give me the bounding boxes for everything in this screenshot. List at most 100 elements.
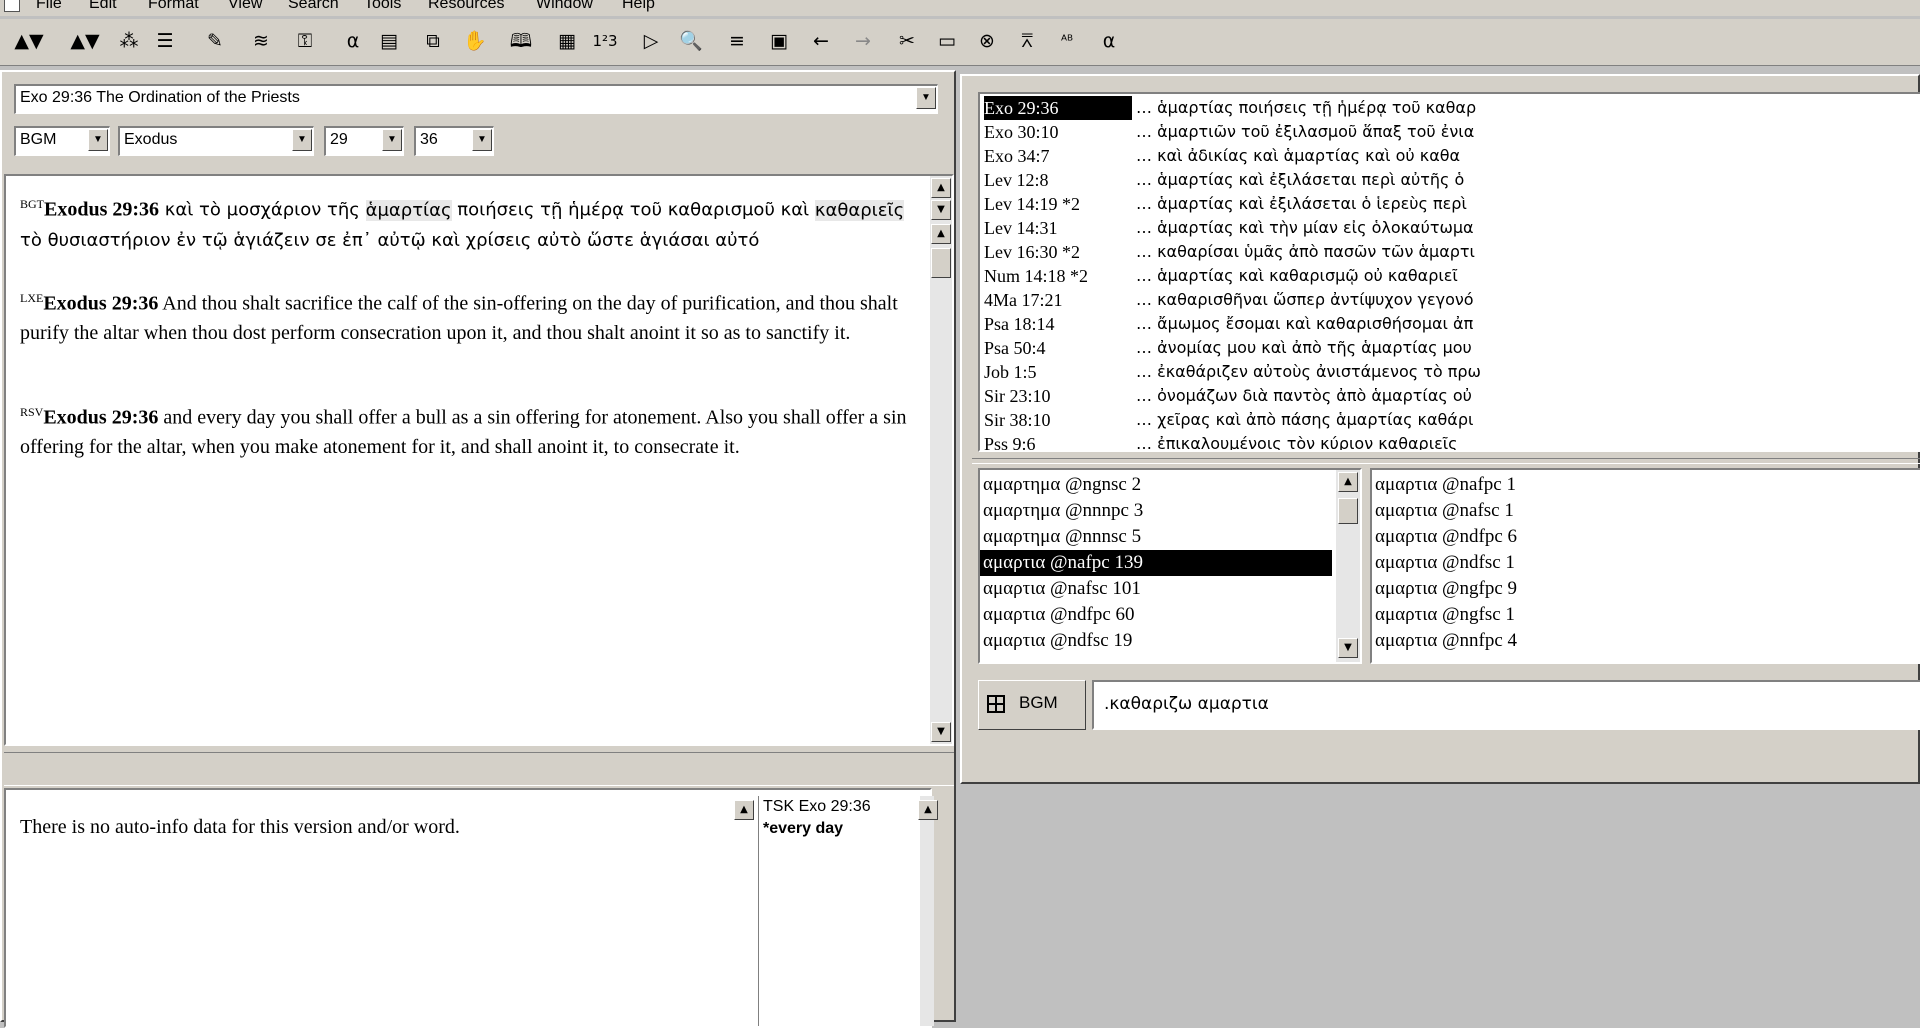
scroll-up-icon[interactable]: ▲ [931, 224, 951, 244]
selected-form-item[interactable]: αμαρτια @nafsc 1 [1372, 498, 1920, 524]
folder-icon[interactable]: ▷ [636, 27, 666, 55]
chapter-select[interactable]: 29 ▼ [324, 126, 404, 156]
search-hit[interactable]: ἁμαρτίας [365, 199, 452, 221]
menu-format[interactable]: Format [148, 0, 199, 13]
selected-form-item[interactable]: αμαρτια @nnfpc 4 [1372, 628, 1920, 654]
parallel-icon[interactable]: ≋ [246, 27, 276, 55]
word-form-item[interactable]: αμαρτια @nafpc 139 [980, 550, 1332, 576]
word-form-item[interactable]: αμαρτια @ndfsc 19 [980, 628, 1332, 654]
tsk-scrollbar[interactable] [920, 796, 934, 1026]
search-version-button[interactable]: BGM [978, 680, 1086, 730]
result-row[interactable]: Sir 23:10 … ὀνομάζων διὰ παντὸς ἀπὸ ἁμαρτ… [980, 384, 1920, 408]
result-row[interactable]: 4Ma 17:21 … καθαρισθῆναι ὥσπερ ἀντίψυχον … [980, 288, 1920, 312]
verse-text-area[interactable]: BGTExodus 29:36 καὶ τὸ μοσχάριον τῆς ἁμα… [4, 174, 954, 746]
menu-window[interactable]: Window [536, 0, 593, 13]
columns-icon[interactable]: ≡ [722, 27, 752, 55]
alpha-compare-icon[interactable]: α [1094, 27, 1124, 55]
greek-tool-icon[interactable]: ⩞ [1012, 27, 1042, 55]
frame-icon[interactable]: ▭ [932, 27, 962, 55]
status-strip [4, 752, 954, 786]
menu-edit[interactable]: Edit [89, 0, 117, 13]
scroll-down-icon[interactable]: ▼ [931, 200, 951, 220]
numbering-icon[interactable]: 1²3 [590, 27, 620, 55]
scissors-icon[interactable]: ✂ [892, 27, 922, 55]
scroll-down-icon[interactable]: ▼ [1338, 638, 1358, 658]
result-row[interactable]: Job 1:5 … ἐκαθάριζεν αὐτοὺς ἀνιστάμενος τ… [980, 360, 1920, 384]
app-icon[interactable] [4, 0, 20, 12]
menu-help[interactable]: Help [622, 0, 655, 13]
chevron-down-icon[interactable]: ▼ [472, 129, 492, 151]
result-row[interactable]: Num 14:18 *2 … ἁμαρτίας καὶ καθαρισμῷ οὐ … [980, 264, 1920, 288]
search-query-input[interactable]: .καθαριζω αμαρτια [1092, 680, 1920, 730]
word-form-item[interactable]: αμαρτια @ndfpc 60 [980, 602, 1332, 628]
result-row[interactable]: Lev 12:8 … ἁμαρτίας καὶ ἐξιλάσεται περὶ α… [980, 168, 1920, 192]
passage-title-combo[interactable]: Exo 29:36 The Ordination of the Priests … [14, 84, 938, 114]
result-row[interactable]: Exo 30:10 … ἁμαρτιῶν τοῦ ἐξιλασμοῦ ἅπαξ τ… [980, 120, 1920, 144]
result-row[interactable]: Exo 34:7 … καὶ ἀδικίας καὶ ἁμαρτίας καὶ ο… [980, 144, 1920, 168]
hand-icon[interactable]: ✋ [460, 27, 490, 55]
chevron-down-icon[interactable]: ▼ [382, 129, 402, 151]
word-form-item[interactable]: αμαρτημα @nnnpc 3 [980, 498, 1332, 524]
menu-resources[interactable]: Resources [428, 0, 504, 13]
word-form-item[interactable]: αμαρτια @nafsc 101 [980, 576, 1332, 602]
menu-search[interactable]: Search [288, 0, 339, 13]
result-row[interactable]: Lev 14:19 *2 … ἁμαρτίας καὶ ἐξιλάσεται ὁ … [980, 192, 1920, 216]
tree-icon[interactable]: ⁂ [114, 27, 144, 55]
window-icon[interactable]: ▣ [764, 27, 794, 55]
chevron-down-icon[interactable]: ▼ [88, 129, 108, 151]
scroll-thumb[interactable] [931, 248, 951, 278]
version-select[interactable]: BGM ▼ [14, 126, 110, 156]
result-row[interactable]: Psa 50:4 … ἀνομίας μου καὶ ἀπὸ τῆς ἁμαρτί… [980, 336, 1920, 360]
scroll-up-icon[interactable]: ▲ [1338, 472, 1358, 492]
chevron-down-icon[interactable]: ▼ [292, 129, 312, 151]
notes-icon[interactable]: ✎ [200, 27, 230, 55]
scroll-thumb[interactable] [1338, 498, 1358, 524]
chevron-down-icon[interactable]: ▼ [916, 87, 936, 109]
selected-form-item[interactable]: αμαρτια @ngfsc 1 [1372, 602, 1920, 628]
splitter[interactable] [972, 458, 1920, 464]
result-snippet: … χεῖρας καὶ ἀπὸ πάσης ἁμαρτίας καθάρι [1136, 410, 1474, 429]
scroll-up-icon[interactable]: ▲ [734, 800, 754, 820]
ab-compare-icon[interactable]: ᴬᴮ [1052, 27, 1082, 55]
word-form-item[interactable]: αμαρτημα @ngnsc 2 [980, 472, 1332, 498]
search-results-list[interactable]: Exo 29:36… ἁμαρτίας ποιήσεις τῇ ἡμέρᾳ το… [978, 92, 1920, 452]
result-row[interactable]: Lev 14:31 … ἁμαρτίας καὶ τὴν μίαν εἰς ὁλο… [980, 216, 1920, 240]
cancel-icon[interactable]: ⊗ [972, 27, 1002, 55]
word-form-item[interactable]: αμαρτημα @nnnsc 5 [980, 524, 1332, 550]
result-row[interactable]: Pss 9:6 … ἐπικαλουμένοις τὸν κύριον καθαρ… [980, 432, 1920, 450]
scroll-up-icon[interactable]: ▲ [931, 178, 951, 198]
book-icon[interactable]: 🕮 [506, 27, 536, 55]
list-icon[interactable]: ☰ [150, 27, 180, 55]
copy-icon[interactable]: ⧉ [418, 27, 448, 55]
book-select[interactable]: Exodus ▼ [118, 126, 314, 156]
link-up-down-icon[interactable]: ▲▼ [70, 27, 100, 55]
selected-form-item[interactable]: αμαρτια @ndfsc 1 [1372, 550, 1920, 576]
verse-select[interactable]: 36 ▼ [414, 126, 494, 156]
forward-arrow-icon[interactable]: → [848, 27, 878, 55]
alpha-icon[interactable]: α [338, 27, 368, 55]
verse-text-part: καὶ τὸ μοσχάριον τῆς [159, 199, 366, 221]
result-snippet: … ἁμαρτιῶν τοῦ ἐξιλασμοῦ ἅπαξ τοῦ ἐνια [1136, 122, 1475, 141]
selected-form-item[interactable]: αμαρτια @ndfpc 6 [1372, 524, 1920, 550]
selected-forms-list[interactable]: αμαρτια @nafpc 1 αμαρτια @nafsc 1 αμαρτια … [1370, 468, 1920, 664]
scroll-down-icon[interactable]: ▼ [931, 722, 951, 742]
back-arrow-icon[interactable]: ← [806, 27, 836, 55]
menu-file[interactable]: File [36, 0, 62, 13]
menu-view[interactable]: View [228, 0, 262, 13]
result-row[interactable]: Exo 29:36… ἁμαρτίας ποιήσεις τῇ ἡμέρᾳ το… [980, 96, 1920, 120]
print-icon[interactable]: ▤ [374, 27, 404, 55]
menu-tools[interactable]: Tools [364, 0, 401, 13]
search-icon[interactable]: 🔍 [676, 27, 706, 55]
binoculars-icon[interactable]: ⚿ [290, 27, 320, 55]
grid-icon[interactable]: ▦ [552, 27, 582, 55]
sync-up-down-icon[interactable]: ▲▼ [14, 27, 44, 55]
selected-form-item[interactable]: αμαρτια @ngfpc 9 [1372, 576, 1920, 602]
selected-form-item[interactable]: αμαρτια @nafpc 1 [1372, 472, 1920, 498]
word-forms-list[interactable]: αμαρτημα @ngnsc 2 αμαρτημα @nnnpc 3 αμαρτη… [978, 468, 1362, 664]
result-row[interactable]: Psa 18:14 … ἄμωμος ἔσομαι καὶ καθαρισθήσο… [980, 312, 1920, 336]
result-row[interactable]: Sir 38:10 … χεῖρας καὶ ἀπὸ πάσης ἁμαρτίας… [980, 408, 1920, 432]
result-row[interactable]: Lev 16:30 *2 … καθαρίσαι ὑμᾶς ἀπὸ πασῶν τ… [980, 240, 1920, 264]
search-hit[interactable]: καθαριεῖς [814, 199, 905, 221]
result-snippet: … καθαρίσαι ὑμᾶς ἀπὸ πασῶν τῶν ἁμαρτι [1136, 242, 1475, 261]
scroll-up-icon[interactable]: ▲ [918, 800, 938, 820]
